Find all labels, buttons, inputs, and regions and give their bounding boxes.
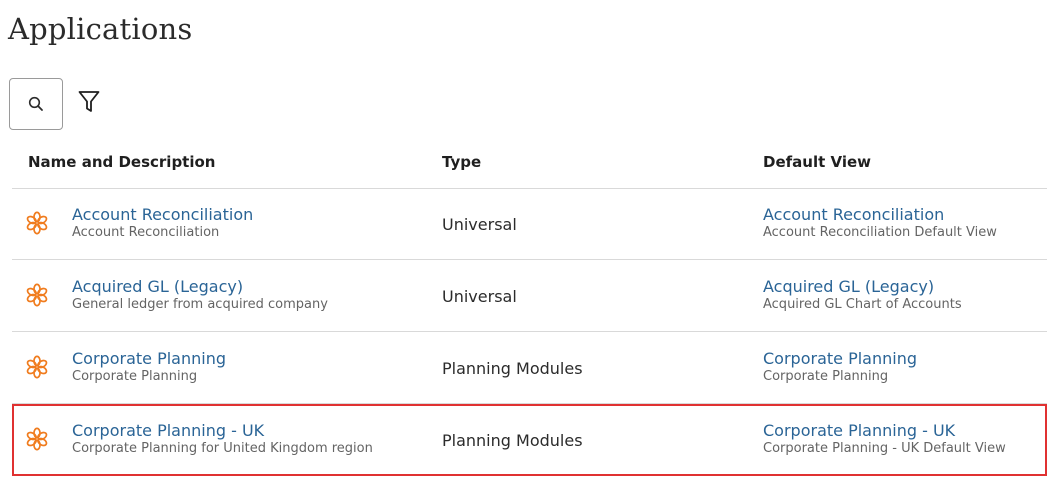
application-name-link[interactable]: Corporate Planning - UK <box>72 421 373 440</box>
default-view-link[interactable]: Acquired GL (Legacy) <box>763 277 962 296</box>
application-icon <box>26 427 48 451</box>
table-row-selected[interactable]: Corporate Planning - UK Corporate Planni… <box>12 404 1047 476</box>
default-view-link[interactable]: Corporate Planning <box>763 349 917 368</box>
default-view-description: Account Reconciliation Default View <box>763 225 997 240</box>
application-name-link[interactable]: Acquired GL (Legacy) <box>72 277 328 296</box>
column-header-type[interactable]: Type <box>442 153 481 171</box>
application-name-link[interactable]: Corporate Planning <box>72 349 226 368</box>
default-view-link[interactable]: Corporate Planning - UK <box>763 421 1006 440</box>
page-title: Applications <box>8 12 193 46</box>
search-button[interactable] <box>9 78 63 130</box>
default-view-link[interactable]: Account Reconciliation <box>763 205 997 224</box>
table-header: Name and Description Type Default View <box>12 136 1047 189</box>
application-name-link[interactable]: Account Reconciliation <box>72 205 253 224</box>
application-description: Account Reconciliation <box>72 225 220 240</box>
application-icon <box>26 283 48 307</box>
column-header-default-view[interactable]: Default View <box>763 153 871 171</box>
table-row[interactable]: Account Reconciliation Account Reconcili… <box>12 188 1047 260</box>
application-type: Universal <box>442 215 517 234</box>
column-header-name[interactable]: Name and Description <box>28 153 215 171</box>
default-view-description: Corporate Planning - UK Default View <box>763 441 1006 456</box>
filter-button[interactable] <box>76 88 102 116</box>
application-type: Planning Modules <box>442 359 583 378</box>
application-description: Corporate Planning <box>72 369 198 384</box>
table-row[interactable]: Acquired GL (Legacy) General ledger from… <box>12 260 1047 332</box>
application-icon <box>26 211 48 235</box>
application-type: Planning Modules <box>442 431 583 450</box>
application-description: General ledger from acquired company <box>72 297 328 312</box>
default-view-description: Corporate Planning <box>763 369 889 384</box>
application-icon <box>26 355 48 379</box>
application-type: Universal <box>442 287 517 306</box>
application-description: Corporate Planning for United Kingdom re… <box>72 441 373 456</box>
filter-icon <box>78 91 100 112</box>
table-row[interactable]: Corporate Planning Corporate Planning Pl… <box>12 332 1047 404</box>
default-view-description: Acquired GL Chart of Accounts <box>763 297 962 312</box>
search-icon <box>28 96 43 111</box>
